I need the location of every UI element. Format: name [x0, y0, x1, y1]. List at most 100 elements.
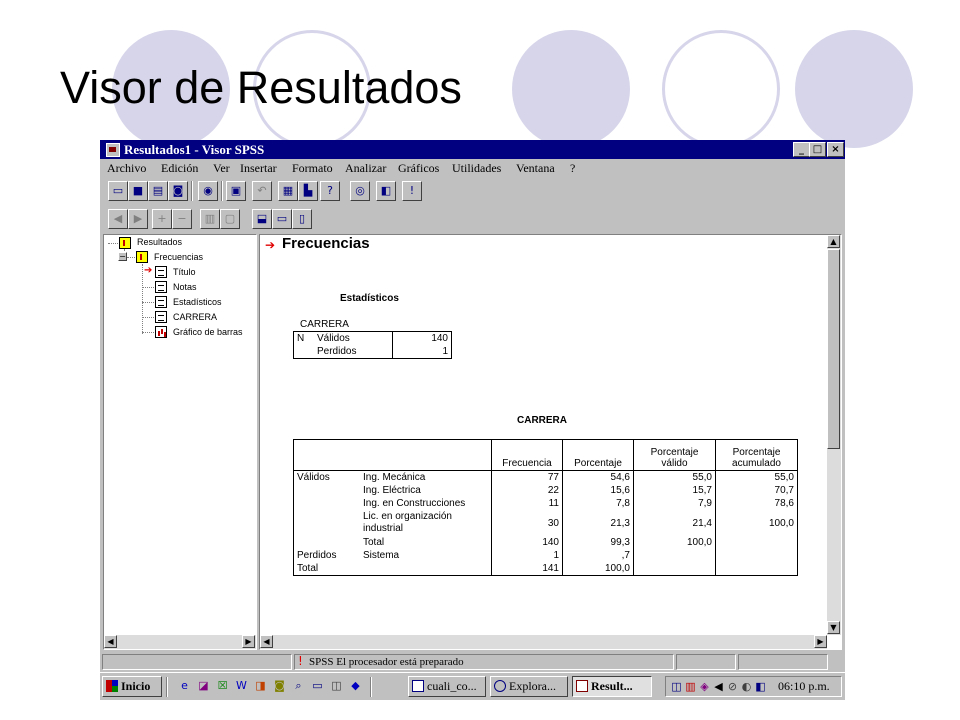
- print-preview-icon[interactable]: ◙: [168, 181, 188, 201]
- menu-formato[interactable]: Formato: [292, 161, 333, 176]
- tray-monitor-icon[interactable]: ◧: [754, 680, 767, 693]
- title-bar[interactable]: Resultados1 - Visor SPSS _ □ ×: [100, 140, 845, 159]
- menu-analizar[interactable]: Analizar: [345, 161, 386, 176]
- scroll-up-button[interactable]: ▲: [827, 235, 840, 248]
- menu-insertar[interactable]: Insertar: [240, 161, 277, 176]
- menu-ayuda[interactable]: ?: [570, 161, 575, 176]
- slide-title: Visor de Resultados: [60, 62, 462, 113]
- word-icon[interactable]: W: [235, 679, 248, 692]
- scroll-thumb[interactable]: [827, 249, 840, 449]
- undo-icon[interactable]: ↶: [252, 181, 272, 201]
- output-vscrollbar[interactable]: ▲ ▼: [827, 235, 841, 635]
- calendar-icon[interactable]: ◙: [273, 679, 286, 692]
- tree-item-frecuencias[interactable]: Frecuencias: [154, 252, 203, 262]
- viewer-icon: [576, 680, 588, 692]
- insert-heading-icon[interactable]: ⬓: [252, 209, 272, 229]
- tree-item-estadisticos[interactable]: Estadísticos: [173, 297, 222, 307]
- cell-porcentaje-valido: 55,0: [633, 470, 716, 484]
- tray-network-icon[interactable]: ◫: [670, 680, 683, 693]
- row-label: Perdidos: [317, 346, 357, 357]
- scroll-right-button[interactable]: ▶: [242, 635, 255, 648]
- tray-scheduler-icon[interactable]: ◐: [740, 680, 753, 693]
- scroll-down-button[interactable]: ▼: [827, 621, 840, 634]
- freq-table: Frecuencia Porcentaje Porcentaje válido …: [293, 439, 798, 576]
- cell-porcentaje-valido: [633, 562, 716, 576]
- spss-viewer-window: Resultados1 - Visor SPSS _ □ × Archivo E…: [100, 140, 845, 700]
- demote-icon[interactable]: ▶: [128, 209, 148, 229]
- scroll-right-button[interactable]: ▶: [814, 635, 827, 648]
- tray-link-icon[interactable]: ⊘: [726, 680, 739, 693]
- desktop-icon[interactable]: ▭: [311, 679, 324, 692]
- close-button[interactable]: ×: [827, 142, 844, 157]
- insert-title-icon[interactable]: ▭: [272, 209, 292, 229]
- tray-chart-icon[interactable]: ▥: [684, 680, 697, 693]
- maximize-button[interactable]: □: [809, 142, 826, 157]
- task-label: cuali_co...: [427, 679, 477, 693]
- taskbar: Inicio e ◪ ☒ W ◨ ◙ ⌕ ▭ ◫ ◆ cuali_co... E…: [100, 672, 845, 700]
- menu-archivo[interactable]: Archivo: [107, 161, 146, 176]
- menu-ventana[interactable]: Ventana: [516, 161, 555, 176]
- tree-item-titulo[interactable]: Título: [173, 267, 196, 277]
- stats-variable-label: CARRERA: [300, 319, 349, 330]
- use-sets-icon[interactable]: ◎: [350, 181, 370, 201]
- volume-icon[interactable]: ◀: [712, 680, 725, 693]
- excel-icon[interactable]: ☒: [216, 679, 229, 692]
- tree-item-notas[interactable]: Notas: [173, 282, 197, 292]
- cell-frecuencia: 141: [491, 562, 563, 576]
- tree-line: [142, 332, 154, 333]
- output-hscrollbar[interactable]: ◀ ▶: [260, 635, 827, 649]
- export-icon[interactable]: ◉: [198, 181, 218, 201]
- variables-icon[interactable]: ?: [320, 181, 340, 201]
- cell-porcentaje-acumulado: [715, 536, 798, 549]
- collapse-node-icon[interactable]: −: [118, 252, 127, 261]
- save-icon[interactable]: ■: [128, 181, 148, 201]
- powerpoint-icon[interactable]: ◨: [254, 679, 267, 692]
- row-group: [294, 536, 361, 549]
- outlook-icon[interactable]: ◪: [197, 679, 210, 692]
- start-button[interactable]: Inicio: [102, 676, 162, 697]
- explorer-icon[interactable]: ⌕: [292, 679, 305, 692]
- toolbar-separator: [191, 181, 193, 201]
- goto-data-icon[interactable]: ▦: [278, 181, 298, 201]
- table-row: Ing. en Construcciones 11 7,8 7,9 78,6: [294, 497, 798, 510]
- open-icon[interactable]: ▭: [108, 181, 128, 201]
- promote-icon[interactable]: ◀: [108, 209, 128, 229]
- tree-item-grafico-de-barras[interactable]: Gráfico de barras: [173, 327, 243, 337]
- empty-cell: [360, 440, 492, 471]
- menu-ver[interactable]: Ver: [213, 161, 230, 176]
- designate-window-icon[interactable]: ◧: [376, 181, 396, 201]
- tree-item-resultados[interactable]: Resultados: [137, 237, 182, 247]
- menu-utilidades[interactable]: Utilidades: [452, 161, 501, 176]
- task-button-cuali[interactable]: cuali_co...: [408, 676, 486, 697]
- task-button-explora[interactable]: Explora...: [490, 676, 568, 697]
- task-button-result[interactable]: Result...: [572, 676, 652, 697]
- dialog-recall-icon[interactable]: ▣: [226, 181, 246, 201]
- row-label: [360, 562, 492, 576]
- goto-chart-icon[interactable]: ▙: [298, 181, 318, 201]
- collapse-icon[interactable]: −: [172, 209, 192, 229]
- print-icon[interactable]: ▤: [148, 181, 168, 201]
- cell-frecuencia: 11: [491, 497, 563, 510]
- outline-hscrollbar[interactable]: ◀ ▶: [104, 635, 256, 649]
- window-menu-icon[interactable]: [106, 143, 120, 157]
- channel-icon[interactable]: ◆: [349, 679, 362, 692]
- menu-graficos[interactable]: Gráficos: [398, 161, 439, 176]
- current-item-arrow-icon: ➔: [265, 238, 276, 252]
- internet-explorer-icon[interactable]: e: [178, 679, 191, 692]
- tree-item-carrera[interactable]: CARRERA: [173, 312, 217, 322]
- insert-text-icon[interactable]: ▯: [292, 209, 312, 229]
- minimize-button[interactable]: _: [793, 142, 810, 157]
- scroll-left-button[interactable]: ◀: [260, 635, 273, 648]
- cell-frecuencia: 77: [491, 470, 563, 484]
- menu-edicion[interactable]: Edición: [161, 161, 198, 176]
- run-icon[interactable]: !: [402, 181, 422, 201]
- toolbar-separator: [221, 181, 223, 201]
- hide-icon[interactable]: ▢: [220, 209, 240, 229]
- show-icon[interactable]: ▥: [200, 209, 220, 229]
- row-label: Lic. en organización industrial: [363, 511, 452, 534]
- expand-icon[interactable]: +: [152, 209, 172, 229]
- tray-agent-icon[interactable]: ◈: [698, 680, 711, 693]
- row-group: [294, 497, 361, 510]
- network-icon[interactable]: ◫: [330, 679, 343, 692]
- scroll-left-button[interactable]: ◀: [104, 635, 117, 648]
